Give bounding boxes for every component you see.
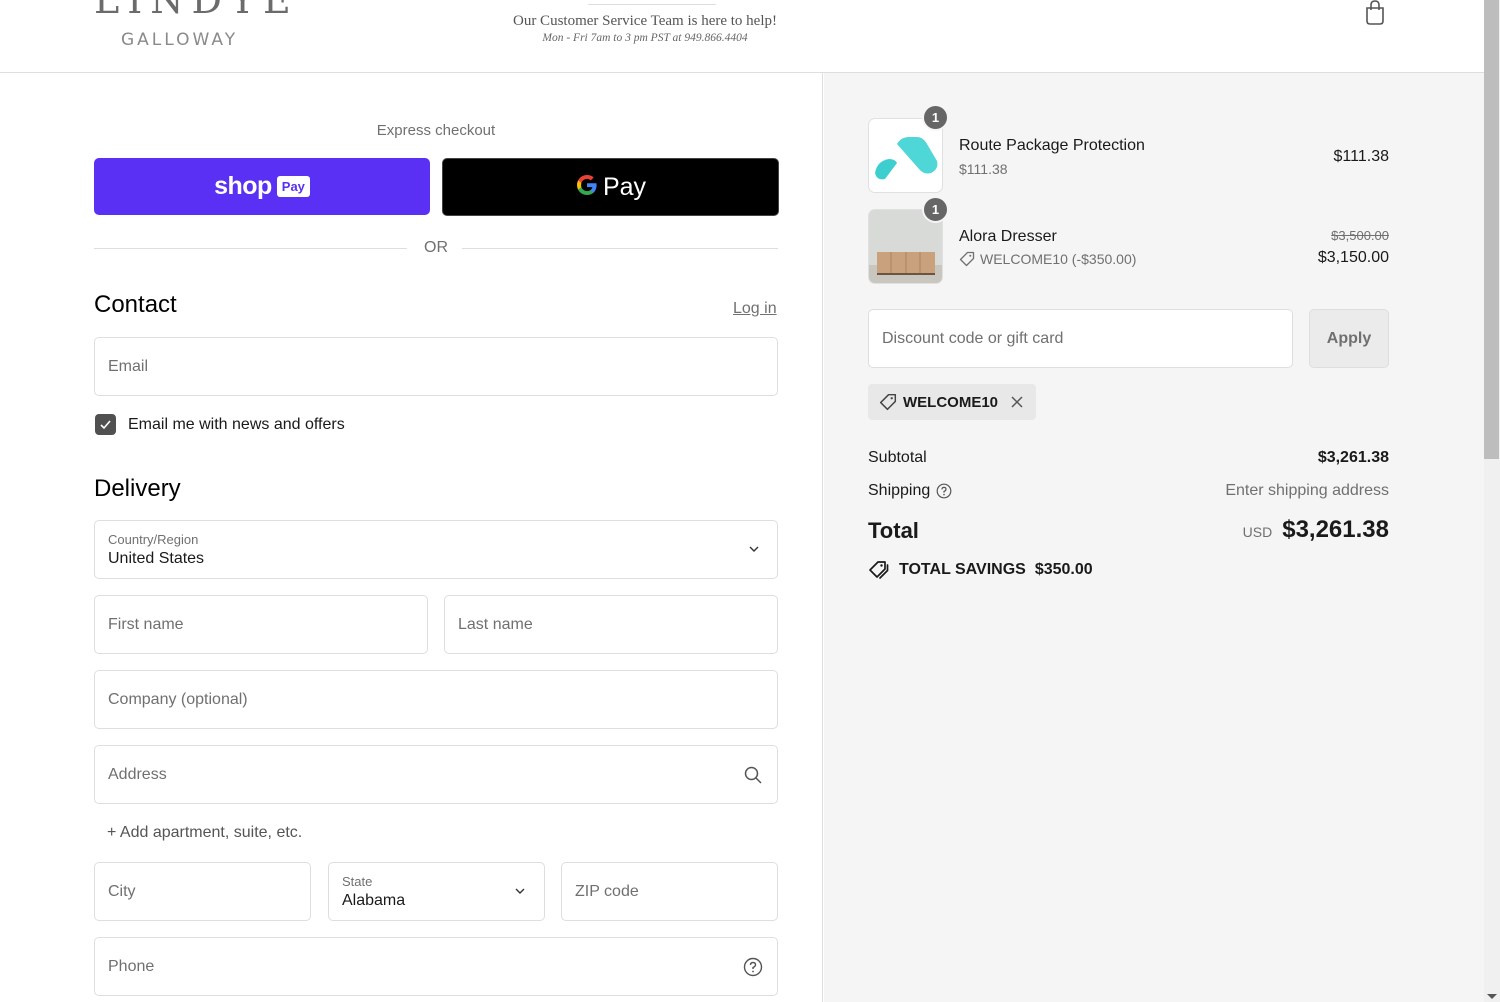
google-g-icon — [575, 173, 599, 202]
address-placeholder: Address — [108, 766, 167, 783]
item-price: $3,150.00 — [1317, 249, 1389, 266]
company-placeholder: Company (optional) — [108, 691, 248, 708]
contact-heading: Contact — [94, 291, 177, 318]
savings-tag-icon — [869, 561, 889, 579]
google-pay-label: Pay — [602, 172, 647, 201]
shipping-text: Shipping — [868, 482, 931, 499]
shop-pay-button[interactable]: shop Pay — [94, 158, 430, 215]
divider-right — [462, 248, 778, 249]
total-savings: TOTAL SAVINGS $350.00 — [868, 560, 1093, 580]
phone-placeholder: Phone — [108, 958, 155, 975]
chevron-down-icon — [749, 546, 759, 552]
express-checkout-label: Express checkout — [376, 122, 496, 139]
login-link[interactable]: Log in — [733, 300, 777, 318]
last-name-field[interactable]: Last name — [444, 595, 778, 654]
item-price: $111.38 — [1333, 148, 1389, 165]
logo-subtitle[interactable]: GALLOWAY — [121, 30, 238, 50]
shop-pay-logo: shop — [214, 172, 272, 200]
country-value: United States — [108, 550, 205, 567]
item-discount-code: WELCOME10 (-$350.00) — [980, 251, 1137, 267]
total-value: USD $3,261.38 — [1243, 516, 1389, 544]
chevron-down-icon — [515, 888, 525, 894]
email-placeholder: Email — [108, 358, 149, 375]
customer-service-title: Our Customer Service Team is here to hel… — [512, 13, 778, 29]
first-name-field[interactable]: First name — [94, 595, 428, 654]
customer-service-hours: Mon - Fri 7am to 3 pm PST at 949.866.440… — [542, 32, 748, 44]
country-label: Country/Region — [108, 532, 199, 547]
tag-icon — [879, 393, 897, 411]
savings-label: TOTAL SAVINGS — [899, 561, 1026, 578]
item-discount: WELCOME10 (-$350.00) — [959, 251, 1136, 267]
email-field[interactable]: Email — [94, 337, 778, 396]
remove-discount-icon[interactable] — [1008, 393, 1026, 411]
city-placeholder: City — [108, 883, 136, 900]
total-label: Total — [868, 518, 919, 543]
first-name-placeholder: First name — [108, 616, 184, 633]
order-summary: 1 Route Package Protection $111.38 $111.… — [824, 73, 1484, 1002]
savings-value: $350.00 — [1034, 561, 1093, 578]
help-icon[interactable] — [936, 483, 952, 499]
shopping-bag-icon[interactable] — [1363, 0, 1387, 26]
state-label: State — [342, 874, 373, 889]
country-select[interactable]: Country/Region United States — [94, 520, 778, 579]
address-field[interactable]: Address — [94, 745, 778, 804]
item-name: Alora Dresser — [959, 228, 1057, 245]
delivery-heading: Delivery — [94, 475, 181, 502]
company-field[interactable]: Company (optional) — [94, 670, 778, 729]
quantity-badge: 1 — [922, 104, 949, 131]
shop-pay-badge: Pay — [276, 176, 310, 197]
total-amount: $3,261.38 — [1282, 516, 1389, 543]
tag-icon — [959, 251, 975, 267]
search-icon — [744, 766, 762, 784]
help-icon[interactable] — [743, 957, 763, 977]
discount-placeholder: Discount code or gift card — [882, 330, 1064, 347]
item-original-price: $3,500.00 — [1331, 228, 1389, 243]
shipping-label: Shipping — [868, 482, 952, 500]
item-unit-price: $111.38 — [959, 161, 1008, 177]
state-value: Alabama — [342, 892, 406, 909]
subtotal-text: Subtotal — [868, 449, 927, 466]
newsletter-label[interactable]: Email me with news and offers — [128, 416, 345, 434]
site-header: LINDYE GALLOWAY Our Customer Service Tea… — [0, 0, 1484, 73]
shipping-value: Enter shipping address — [1225, 482, 1389, 499]
add-apartment-link[interactable]: + Add apartment, suite, etc. — [107, 824, 302, 842]
applied-discount-chip: WELCOME10 — [868, 384, 1037, 420]
applied-discount-code: WELCOME10 — [903, 393, 999, 411]
quantity-badge: 1 — [922, 196, 949, 223]
scroll-down-arrow-icon[interactable] — [1487, 994, 1497, 999]
page-scrollbar[interactable] — [1484, 0, 1500, 1002]
discount-code-input[interactable]: Discount code or gift card — [868, 309, 1293, 368]
subtotal-label: Subtotal — [868, 449, 927, 467]
checkmark-icon — [100, 420, 111, 430]
item-unit-price-value: $111.38 — [959, 161, 1008, 177]
city-field[interactable]: City — [94, 862, 311, 921]
total-currency: USD — [1242, 524, 1273, 540]
zip-field[interactable]: ZIP code — [561, 862, 778, 921]
last-name-placeholder: Last name — [458, 616, 533, 633]
newsletter-checkbox[interactable] — [95, 414, 116, 435]
google-pay-button[interactable]: Pay — [442, 158, 779, 216]
phone-field[interactable]: Phone — [94, 937, 778, 996]
item-name: Route Package Protection — [959, 137, 1145, 154]
apply-discount-button[interactable]: Apply — [1309, 309, 1389, 368]
or-divider: OR — [94, 239, 778, 259]
divider — [588, 4, 716, 5]
state-select[interactable]: State Alabama — [328, 862, 545, 921]
scrollbar-thumb[interactable] — [1484, 0, 1499, 459]
logo-wordmark[interactable]: LINDYE — [94, 0, 299, 22]
zip-placeholder: ZIP code — [575, 883, 639, 900]
checkout-form: Express checkout shop Pay Pay OR Contact… — [0, 73, 823, 1002]
subtotal-value: $3,261.38 — [1317, 449, 1389, 466]
